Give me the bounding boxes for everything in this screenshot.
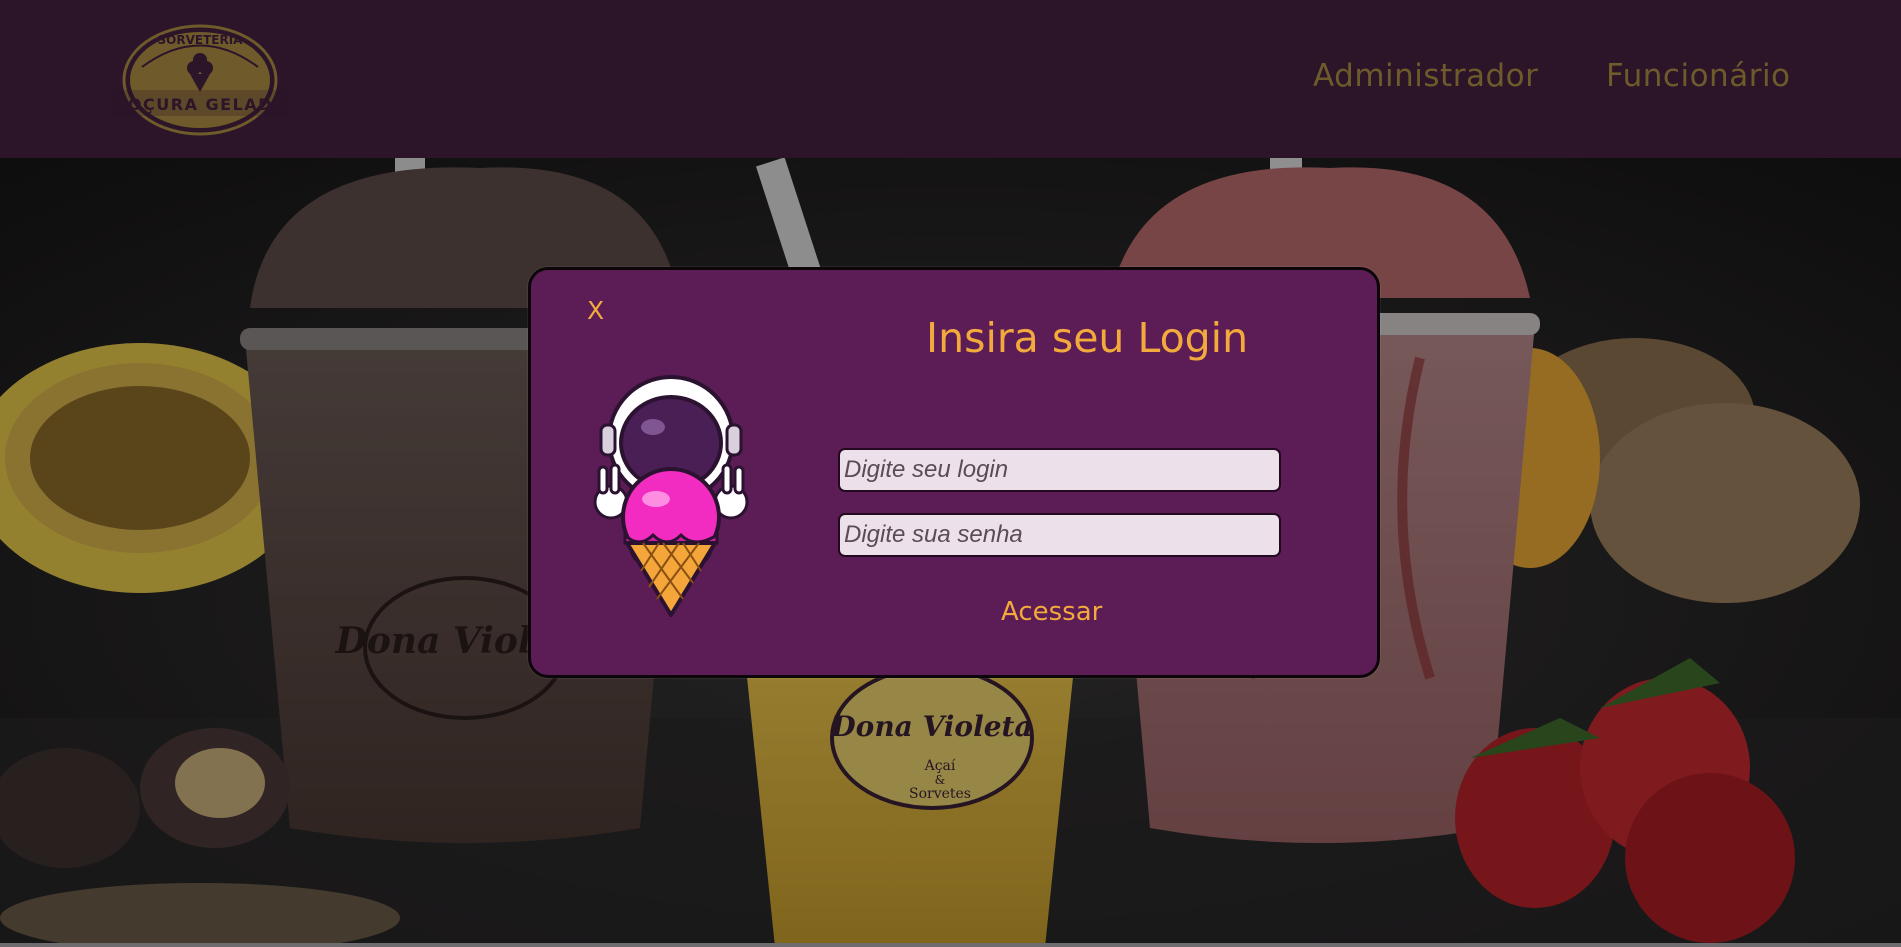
acessar-button[interactable]: Acessar	[1001, 597, 1102, 627]
top-navbar: SORVETERIA DOÇURA GELADA Administrador F…	[0, 0, 1901, 158]
logo-bottom-text: DOÇURA GELADA	[113, 95, 287, 114]
modal-title: Insira seu Login	[926, 314, 1249, 362]
login-modal: X Insira seu Login Acessar	[528, 267, 1380, 678]
close-modal-button[interactable]: X	[587, 296, 604, 325]
nav-link-funcionario[interactable]: Funcionário	[1606, 58, 1791, 94]
brand-logo[interactable]: SORVETERIA DOÇURA GELADA	[112, 22, 288, 138]
astronaut-ice-cream-icon	[593, 375, 749, 617]
logo-top-text: SORVETERIA	[158, 33, 244, 47]
login-input[interactable]	[838, 448, 1281, 492]
bottom-strip	[0, 943, 1901, 947]
nav-link-administrador[interactable]: Administrador	[1313, 58, 1538, 94]
password-input[interactable]	[838, 513, 1281, 557]
